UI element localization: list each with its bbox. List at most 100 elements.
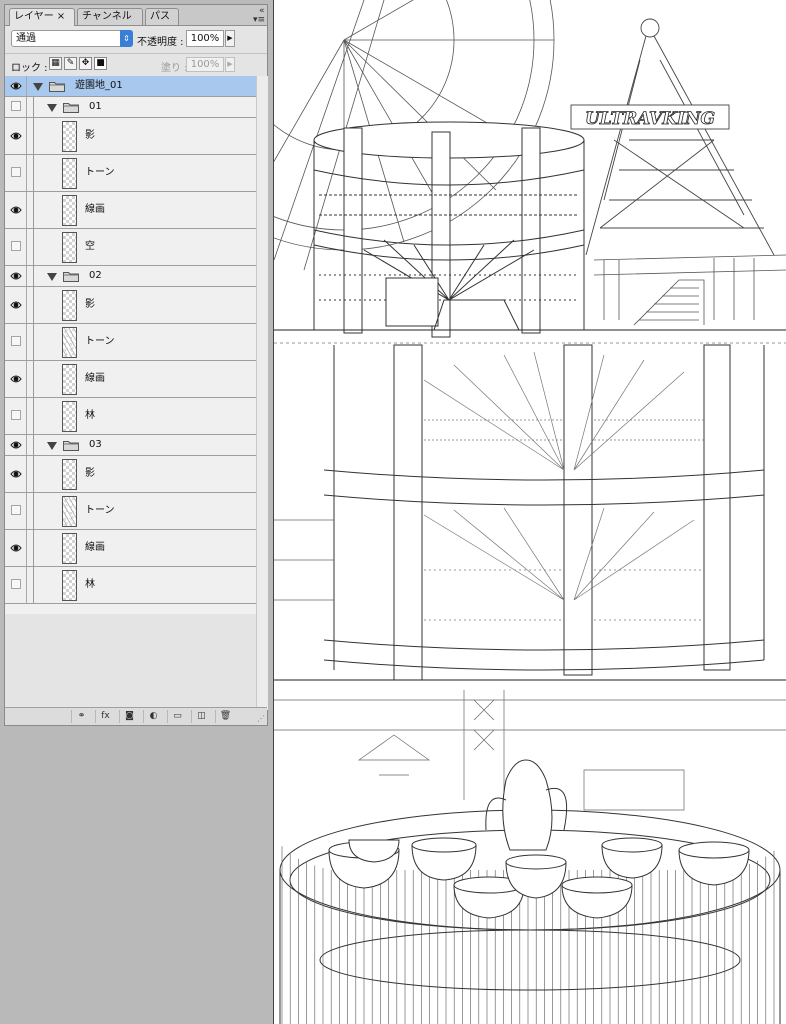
layer-list-scrollbar[interactable] [256,76,268,710]
layer-thumbnail [62,533,77,564]
layer-row[interactable]: 空 [5,229,256,266]
new-layer-icon[interactable]: ◫ [191,710,211,723]
tab-paths-label: パス [150,11,170,22]
layer-thumbnail [62,290,77,321]
layer-thumbnail [62,232,77,263]
layers-panel: レイヤー × チャンネル パス « ▾≡ 通過 ⇕ 不透明度 : 100% ▶ ロ… [4,4,268,726]
layer-row[interactable]: トーン [5,324,256,361]
layer-thumbnail [62,496,77,527]
visibility-eye-icon[interactable] [5,530,27,566]
tab-layers[interactable]: レイヤー × [9,8,75,26]
visibility-toggle[interactable] [5,398,27,434]
expand-triangle-icon[interactable] [47,442,57,450]
layer-group-row[interactable]: 遊園地_01 [5,76,256,97]
visibility-eye-icon[interactable] [5,192,27,228]
tree-line [33,567,34,603]
panel-2-carousel-closeup [274,344,786,681]
tree-line [33,229,34,265]
new-group-icon[interactable]: ▭ [167,710,187,723]
visibility-eye-icon[interactable] [5,118,27,154]
layer-row[interactable]: 線画 [5,361,256,398]
layer-row[interactable]: 影 [5,118,256,155]
layer-thumbnail [62,327,77,358]
expand-triangle-icon[interactable] [47,104,57,112]
expand-triangle-icon[interactable] [47,273,57,281]
opacity-input[interactable]: 100% [186,30,224,47]
mask-icon[interactable]: ◙ [119,710,139,723]
layer-thumbnail [62,158,77,189]
blend-opacity-row: 通過 ⇕ 不透明度 : 100% ▶ [5,25,267,53]
tree-line [33,287,34,323]
layer-name: 線画 [85,204,105,215]
adjustment-icon[interactable]: ◐ [143,710,163,723]
layer-group-row[interactable]: 01 [5,97,256,118]
tab-paths[interactable]: パス [145,8,179,25]
link-icon[interactable]: ⚭ [71,710,91,723]
layer-name: トーン [85,167,115,178]
resize-grip-icon[interactable]: ⋰ [257,715,265,723]
layer-row[interactable]: トーン [5,493,256,530]
layer-name: 03 [89,439,102,450]
fx-icon[interactable]: fx [95,710,115,723]
lock-all-icon[interactable]: ■ [94,57,107,70]
folder-icon [63,440,79,451]
fill-label: 塗り : [161,63,188,74]
tree-line [33,361,34,397]
lock-paint-icon[interactable]: ✎ [64,57,77,70]
layer-thumbnail [62,459,77,490]
visibility-toggle[interactable] [5,324,27,360]
layer-row[interactable]: 林 [5,567,256,604]
layer-name: 線画 [85,542,105,553]
layer-group-row[interactable]: 02 [5,266,256,287]
opacity-slider-arrow-icon[interactable]: ▶ [225,30,235,47]
visibility-toggle[interactable] [5,229,27,265]
layer-name: トーン [85,336,115,347]
panel-3-teacup-ride [274,690,786,1024]
layer-row[interactable]: 林 [5,398,256,435]
panel-menu-icon[interactable]: ▾≡ [253,16,265,25]
visibility-eye-icon[interactable] [5,435,27,455]
tab-close-icon[interactable]: × [57,11,65,22]
expand-triangle-icon[interactable] [33,83,43,91]
folder-icon [49,81,65,92]
layer-name: 遊園地_01 [75,80,123,91]
visibility-toggle[interactable] [5,155,27,191]
layer-name: 林 [85,579,95,590]
layer-name: 林 [85,410,95,421]
visibility-eye-icon[interactable] [5,361,27,397]
visibility-toggle[interactable] [5,97,27,117]
layer-name: 02 [89,270,102,281]
visibility-eye-icon[interactable] [5,76,27,96]
lock-fill-row: ロック : ▦ ✎ ✥ ■ 塗り : 100% ▶ [5,53,267,77]
layer-row[interactable]: 線画 [5,530,256,567]
tree-line [33,155,34,191]
layer-row[interactable]: 線画 [5,192,256,229]
visibility-eye-icon[interactable] [5,266,27,286]
lock-move-icon[interactable]: ✥ [79,57,92,70]
visibility-eye-icon[interactable] [5,456,27,492]
lock-transparency-icon[interactable]: ▦ [49,57,62,70]
fill-input[interactable]: 100% [186,57,224,72]
tree-line [33,493,34,529]
tree-line [33,398,34,434]
tree-line [33,118,34,154]
layer-row[interactable]: トーン [5,155,256,192]
tree-line [33,435,34,455]
layer-row[interactable]: 影 [5,287,256,324]
trash-icon[interactable]: 🗑 [215,710,235,723]
document-canvas[interactable]: ULTRAVKING [273,0,786,1024]
layer-thumbnail [62,364,77,395]
fill-slider-arrow-icon[interactable]: ▶ [225,57,235,72]
layer-thumbnail [62,570,77,601]
layer-thumbnail [62,401,77,432]
layer-row[interactable]: 影 [5,456,256,493]
layer-group-row[interactable]: 03 [5,435,256,456]
visibility-toggle[interactable] [5,567,27,603]
layer-thumbnail [62,195,77,226]
panel-tab-bar: レイヤー × チャンネル パス « ▾≡ [5,5,267,26]
visibility-eye-icon[interactable] [5,287,27,323]
layer-list: 遊園地_01 01 影トーン 線画空 02 影トーン 線画林 03 影トーン 線画林 [5,76,256,614]
tab-channels[interactable]: チャンネル [77,8,143,25]
visibility-toggle[interactable] [5,493,27,529]
blend-mode-select[interactable]: 通過 ⇕ [11,30,133,47]
